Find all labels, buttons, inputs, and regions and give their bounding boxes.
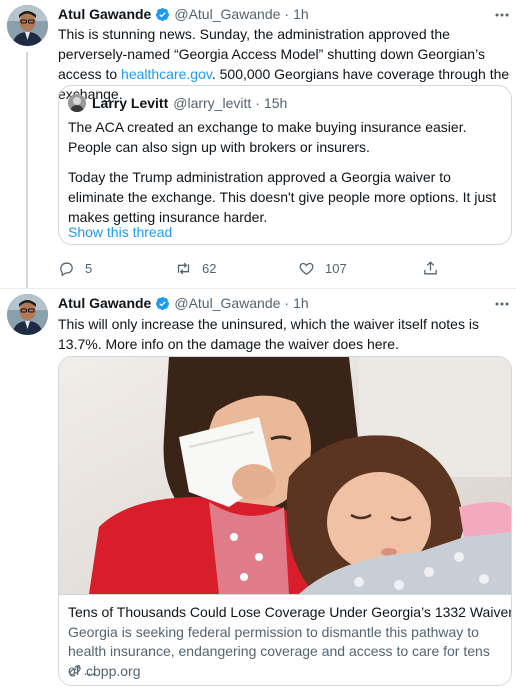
card-domain-text: cbpp.org: [86, 663, 141, 679]
author-handle[interactable]: @Atul_Gawande: [174, 295, 280, 311]
quoted-author-handle: @larry_levitt: [173, 95, 252, 111]
verified-badge-icon: [156, 296, 170, 310]
timestamp[interactable]: 1h: [293, 6, 309, 22]
separator-dot: ·: [284, 6, 290, 22]
retweet-button[interactable]: 62: [175, 258, 216, 278]
separator-dot: ·: [255, 95, 260, 111]
tweet-header: Atul Gawande @Atul_Gawande · 1h: [58, 294, 309, 312]
author-name[interactable]: Atul Gawande: [58, 295, 151, 311]
quoted-tweet-paragraph-2: Today the Trump administration approved …: [68, 169, 497, 225]
card-domain: cbpp.org: [68, 663, 140, 679]
heart-icon: [299, 262, 314, 275]
tweet-text: This will only increase the uninsured, w…: [58, 316, 479, 352]
tweet-1[interactable]: Atul Gawande @Atul_Gawande · 1h This is …: [0, 0, 516, 290]
reply-icon: [60, 262, 73, 276]
quoted-tweet[interactable]: Larry Levitt @larry_levitt · 15h The ACA…: [58, 85, 512, 245]
timestamp[interactable]: 1h: [293, 295, 309, 311]
tweet-header: Atul Gawande @Atul_Gawande · 1h: [58, 5, 309, 23]
separator-dot: ·: [284, 295, 290, 311]
author-name[interactable]: Atul Gawande: [58, 6, 151, 22]
avatar-photo: [7, 294, 48, 335]
quoted-tweet-header: Larry Levitt @larry_levitt · 15h: [68, 94, 287, 112]
share-button[interactable]: [422, 258, 449, 278]
retweet-count: 62: [202, 260, 217, 276]
tweet-2[interactable]: Atul Gawande @Atul_Gawande · 1h This wil…: [0, 289, 516, 689]
share-icon: [424, 260, 437, 274]
link-preview-card[interactable]: Tens of Thousands Could Lose Coverage Un…: [58, 356, 512, 686]
card-title: Tens of Thousands Could Lose Coverage Un…: [68, 604, 512, 620]
healthcare-link[interactable]: healthcare.gov: [121, 66, 212, 82]
tweet-actions: 5 62 107: [58, 258, 510, 278]
like-count: 107: [325, 260, 347, 276]
avatar[interactable]: [7, 5, 48, 46]
retweet-icon: [177, 262, 190, 274]
avatar-photo: [7, 5, 48, 46]
avatar: [68, 94, 86, 112]
more-options-icon[interactable]: [494, 299, 510, 309]
quoted-author-name: Larry Levitt: [92, 95, 169, 111]
card-image: [59, 357, 511, 594]
quoted-timestamp: 15h: [263, 95, 288, 111]
author-handle[interactable]: @Atul_Gawande: [174, 6, 280, 22]
link-icon: [69, 665, 81, 677]
quoted-tweet-paragraph-1: The ACA created an exchange to make buyi…: [68, 119, 467, 155]
avatar[interactable]: [7, 294, 48, 335]
reply-button[interactable]: 5: [58, 258, 92, 278]
card-info: Tens of Thousands Could Lose Coverage Un…: [59, 594, 512, 685]
avatar-photo: [68, 94, 86, 112]
like-button[interactable]: 107: [298, 258, 347, 278]
reply-count: 5: [85, 260, 93, 276]
verified-badge-icon: [156, 7, 170, 21]
more-options-icon[interactable]: [494, 10, 510, 20]
show-thread-link[interactable]: Show this thread: [68, 224, 172, 240]
card-photo: [59, 357, 511, 594]
thread-line: [26, 52, 28, 288]
